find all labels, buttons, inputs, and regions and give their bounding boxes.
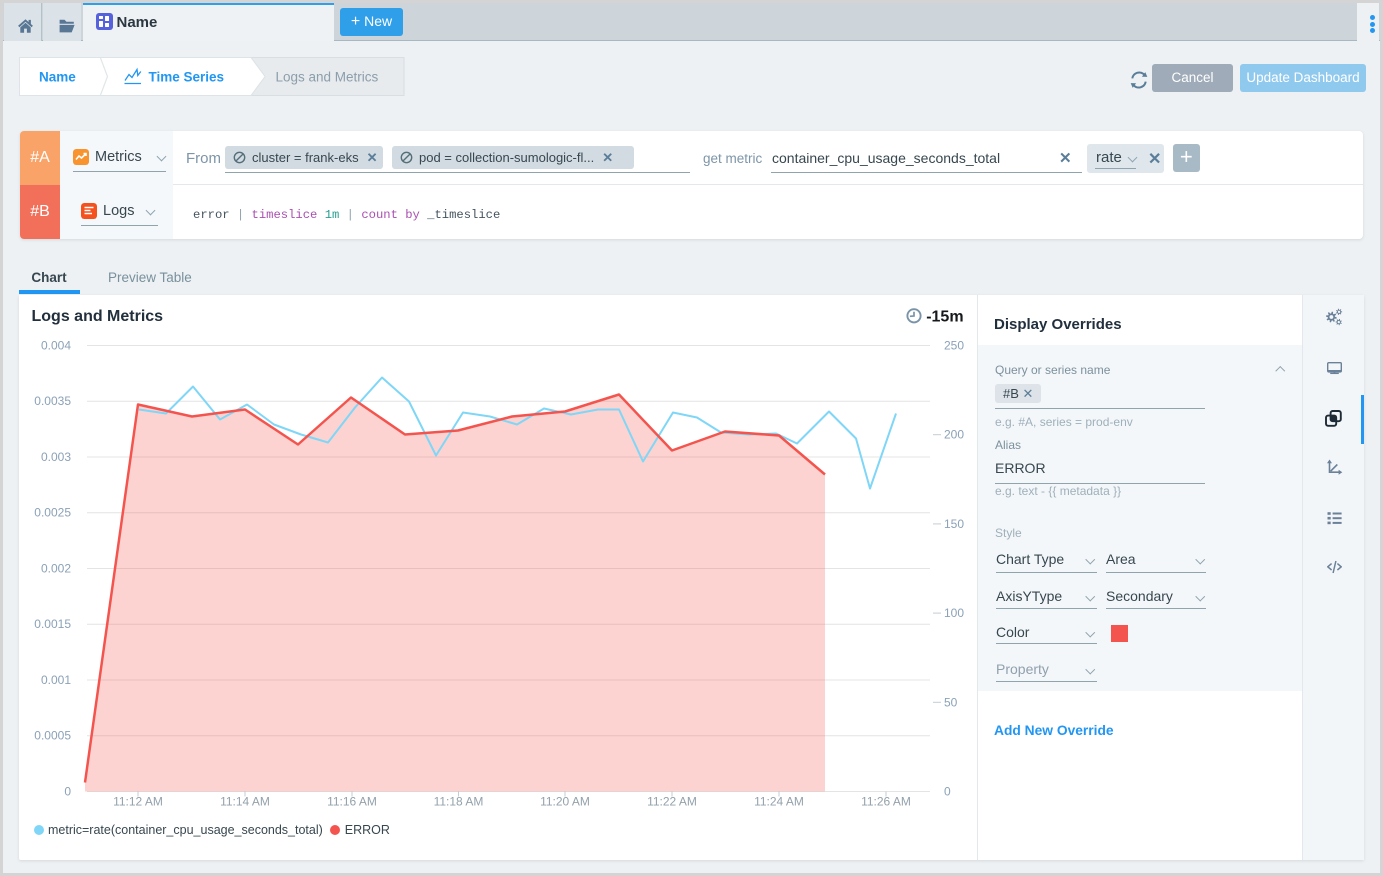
svg-text:200: 200 [944, 427, 964, 441]
svg-text:100: 100 [944, 606, 964, 620]
svg-text:0.0015: 0.0015 [34, 617, 71, 631]
svg-text:0.002: 0.002 [41, 561, 71, 575]
svg-text:Time Series: Time Series [148, 70, 224, 85]
svg-text:11:16 AM: 11:16 AM [327, 794, 377, 808]
svg-text:Logs and Metrics: Logs and Metrics [275, 70, 378, 85]
svg-text:Name: Name [39, 70, 76, 85]
svg-text:11:24 AM: 11:24 AM [754, 794, 804, 808]
svg-text:0.0025: 0.0025 [34, 505, 71, 519]
svg-text:0.001: 0.001 [41, 673, 71, 687]
svg-text:11:18 AM: 11:18 AM [434, 794, 484, 808]
svg-text:0.003: 0.003 [41, 450, 71, 464]
svg-text:150: 150 [944, 516, 964, 530]
svg-text:11:14 AM: 11:14 AM [220, 794, 270, 808]
svg-text:11:26 AM: 11:26 AM [861, 794, 911, 808]
svg-text:0.0035: 0.0035 [34, 394, 71, 408]
svg-text:0: 0 [944, 784, 951, 798]
svg-text:0: 0 [64, 784, 71, 798]
svg-text:11:22 AM: 11:22 AM [647, 794, 697, 808]
svg-text:0.0005: 0.0005 [34, 728, 71, 742]
svg-text:0.004: 0.004 [41, 338, 71, 352]
svg-text:250: 250 [944, 338, 964, 352]
svg-text:11:12 AM: 11:12 AM [113, 794, 163, 808]
svg-text:11:20 AM: 11:20 AM [540, 794, 590, 808]
svg-text:50: 50 [944, 695, 958, 709]
